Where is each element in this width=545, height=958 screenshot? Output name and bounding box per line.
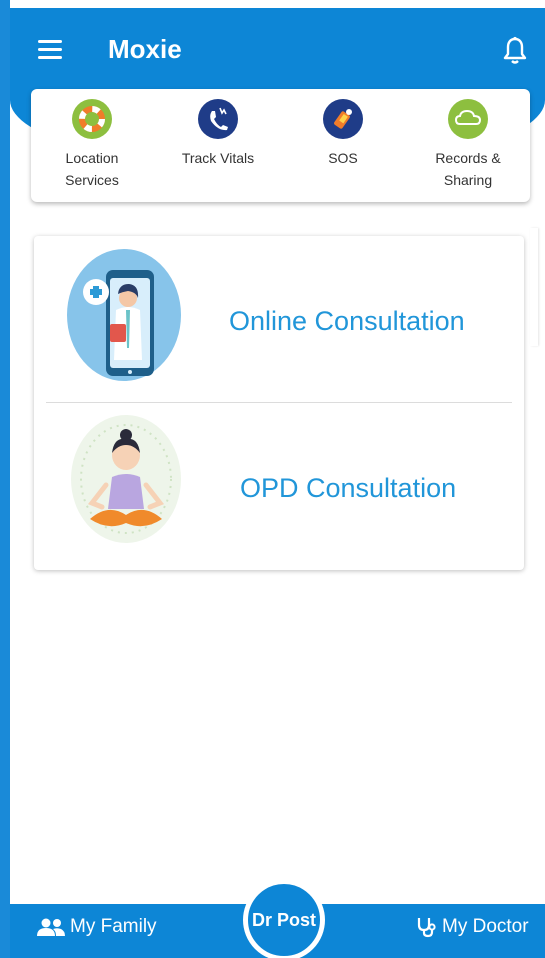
records-sharing-button[interactable]: Records & Sharing	[413, 99, 523, 191]
people-icon	[36, 917, 66, 937]
notification-bell-icon[interactable]	[502, 36, 528, 66]
cloud-icon	[448, 99, 488, 139]
track-vitals-label: Track Vitals	[181, 150, 255, 166]
stethoscope-icon	[416, 916, 438, 938]
opd-consultation-label: OPD Consultation	[240, 473, 457, 503]
my-doctor-nav[interactable]: My Doctor	[416, 916, 529, 938]
records-sharing-label: Records & Sharing	[435, 150, 501, 188]
left-frame-border	[0, 0, 10, 958]
location-services-label: Location Services	[65, 150, 119, 188]
my-doctor-label: My Doctor	[442, 916, 529, 937]
track-vitals-button[interactable]: Track Vitals	[163, 99, 273, 169]
menu-icon[interactable]	[38, 40, 62, 60]
consultations-card: Online Consultation OPD Consultation	[34, 236, 524, 570]
dr-post-label: Dr Post	[251, 909, 316, 930]
my-family-nav[interactable]: My Family	[36, 916, 157, 938]
online-consultation-label: Online Consultation	[229, 306, 465, 336]
online-consultation-option[interactable]: Online Consultation	[34, 236, 524, 402]
location-services-button[interactable]: Location Services	[37, 99, 147, 191]
vitals-icon	[198, 99, 238, 139]
sos-button[interactable]: SOS	[288, 99, 398, 169]
background-card-edge	[530, 228, 538, 346]
sos-label: SOS	[328, 150, 358, 166]
lifebuoy-icon	[72, 99, 112, 139]
dr-post-button[interactable]: Dr Post	[243, 879, 325, 958]
top-frame	[0, 0, 545, 8]
doctor-phone-illustration	[66, 248, 182, 382]
quick-actions-card: Location Services Track Vitals SOS Recor…	[31, 89, 530, 202]
sos-icon	[323, 99, 363, 139]
app-title: Moxie	[108, 34, 182, 64]
opd-consultation-option[interactable]: OPD Consultation	[34, 403, 524, 570]
meditation-illustration	[68, 415, 184, 545]
my-family-label: My Family	[70, 916, 157, 937]
